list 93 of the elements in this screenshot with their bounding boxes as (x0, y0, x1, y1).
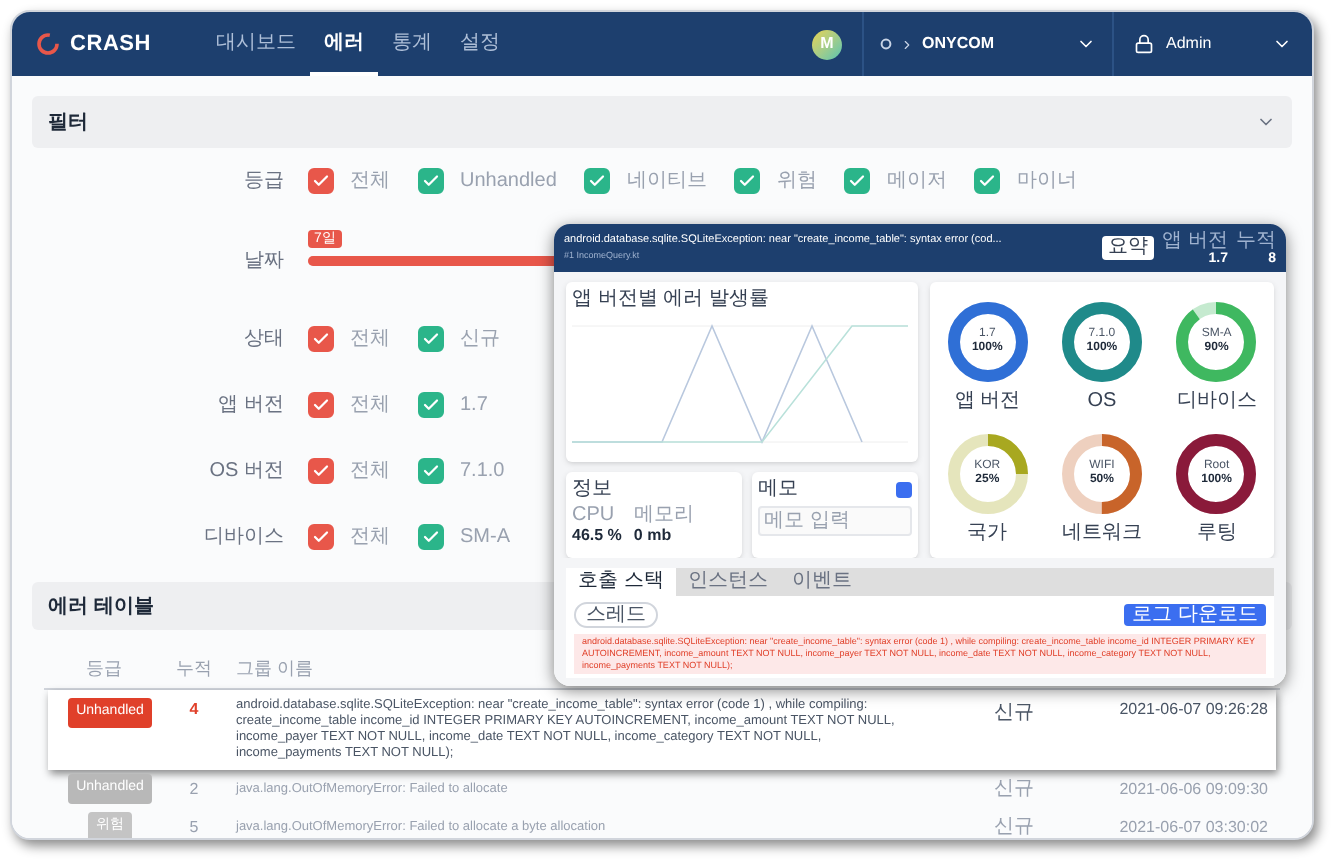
count-cell-text: 4 (187, 698, 201, 722)
filter-label: 날짜 (242, 247, 286, 275)
donut-label: 루팅 (1196, 521, 1237, 543)
checkbox[interactable] (308, 326, 334, 352)
option-label: 전체 (350, 326, 390, 354)
nav-tab[interactable]: 통계 (378, 12, 446, 76)
option-label: 전체 (350, 168, 390, 196)
info-label: CPU (572, 504, 617, 526)
check-icon (422, 528, 440, 546)
logo-icon (36, 32, 60, 56)
donut-label: 앱 버전 (954, 389, 1021, 411)
option-label: Unhandled (460, 168, 557, 196)
date-cell-text: 2021-06-07 09:26:28 (1117, 698, 1268, 722)
check-icon (312, 462, 330, 480)
check-icon (422, 396, 440, 414)
checkbox[interactable] (418, 458, 444, 484)
nav-tab[interactable]: 대시보드 (202, 12, 310, 76)
check-icon (312, 330, 330, 348)
check-icon (312, 396, 330, 414)
column-heading: 누적 (174, 655, 214, 682)
stat-label: 앱 버전 (1162, 229, 1228, 251)
option-label: 신규 (460, 326, 500, 354)
download-button[interactable]: 로그 다운로드 (1124, 604, 1266, 626)
info-value: 46.5 % (572, 526, 622, 546)
option-label: 메이저 (886, 168, 947, 196)
donut-label: OS (1087, 389, 1117, 411)
detail-tab[interactable]: 이벤트 (779, 568, 864, 596)
summary-select[interactable]: 요약 (1102, 236, 1155, 260)
check-icon (588, 172, 607, 190)
status-cell-text: 신규 (992, 776, 1036, 804)
check-icon (312, 172, 330, 190)
checkbox[interactable] (844, 168, 871, 194)
checkbox[interactable] (308, 392, 334, 418)
lock-icon (1134, 34, 1154, 54)
table-row[interactable] (48, 690, 1276, 770)
option-label: 1.7 (460, 392, 488, 420)
check-icon (312, 528, 330, 546)
thread-select[interactable]: 스레드 (574, 602, 658, 628)
circle-icon (880, 38, 892, 50)
checkbox[interactable] (418, 392, 444, 418)
checkbox[interactable] (418, 168, 444, 194)
add-button[interactable] (896, 481, 912, 497)
memo-card: 메모 메모 입력 (752, 472, 918, 558)
detail-tab[interactable]: 인스턴스 (675, 568, 780, 596)
option-label: 네이티브 (626, 168, 707, 196)
option-label: 마이너 (1016, 168, 1077, 196)
checkbox[interactable] (734, 168, 761, 194)
column-heading: 그룹 이름 (234, 655, 316, 682)
check-icon (978, 172, 997, 190)
date-cell-text: 2021-06-06 09:09:30 (1117, 777, 1268, 801)
date-cell-text: 2021-06-07 03:30:02 (1117, 815, 1268, 838)
donut-label: 디바이스 (1176, 389, 1257, 411)
check-icon (422, 172, 440, 190)
checkbox[interactable] (974, 168, 1001, 194)
detail-tab[interactable]: 호출 스택 (566, 568, 676, 596)
option-label: 전체 (350, 524, 390, 552)
checkbox[interactable] (308, 458, 334, 484)
chart-title: 앱 버전별 에러 발생률 (572, 288, 771, 310)
count-cell-text: 2 (187, 777, 201, 801)
option-label: 전체 (350, 458, 390, 486)
stat-label: 누적 (1236, 229, 1276, 251)
option-label: SM-A (460, 524, 510, 552)
check-icon (738, 172, 757, 190)
check-icon (422, 330, 440, 348)
filter-label: 상태 (242, 326, 286, 354)
nav-tab[interactable]: 설정 (446, 12, 514, 76)
check-icon (848, 172, 867, 190)
logo-text: CRASH (70, 29, 151, 60)
checkbox[interactable] (584, 168, 611, 194)
checkbox[interactable] (418, 326, 444, 352)
check-icon (422, 462, 440, 480)
info-card: 정보 CPU 46.5 % 메모리 0 mb (566, 472, 742, 558)
status-cell-text: 신규 (992, 814, 1036, 838)
filter-label: 등급 (242, 168, 286, 196)
filter-label: 디바이스 (202, 524, 286, 552)
option-label: 전체 (350, 392, 390, 420)
checkbox[interactable] (418, 524, 444, 550)
option-label: 7.1.0 (460, 458, 505, 486)
donut-label: 국가 (967, 521, 1008, 543)
filter-label: OS 버전 (207, 458, 286, 486)
option-label: 위험 (776, 168, 817, 196)
donut-label: 네트워크 (1061, 521, 1142, 543)
status-cell-text: 신규 (992, 700, 1036, 728)
checkbox[interactable] (308, 168, 334, 194)
memo-field[interactable]: 메모 입력 (758, 506, 912, 536)
checkbox[interactable] (308, 524, 334, 550)
column-heading: 등급 (84, 655, 124, 682)
filter-header[interactable]: 필터 (32, 96, 1292, 148)
info-label: 메모리 (633, 504, 694, 526)
info-value: 0 mb (633, 526, 674, 546)
filter-label: 앱 버전 (216, 392, 286, 420)
count-cell-text: 5 (187, 815, 201, 838)
chevron-right-icon (900, 37, 914, 51)
